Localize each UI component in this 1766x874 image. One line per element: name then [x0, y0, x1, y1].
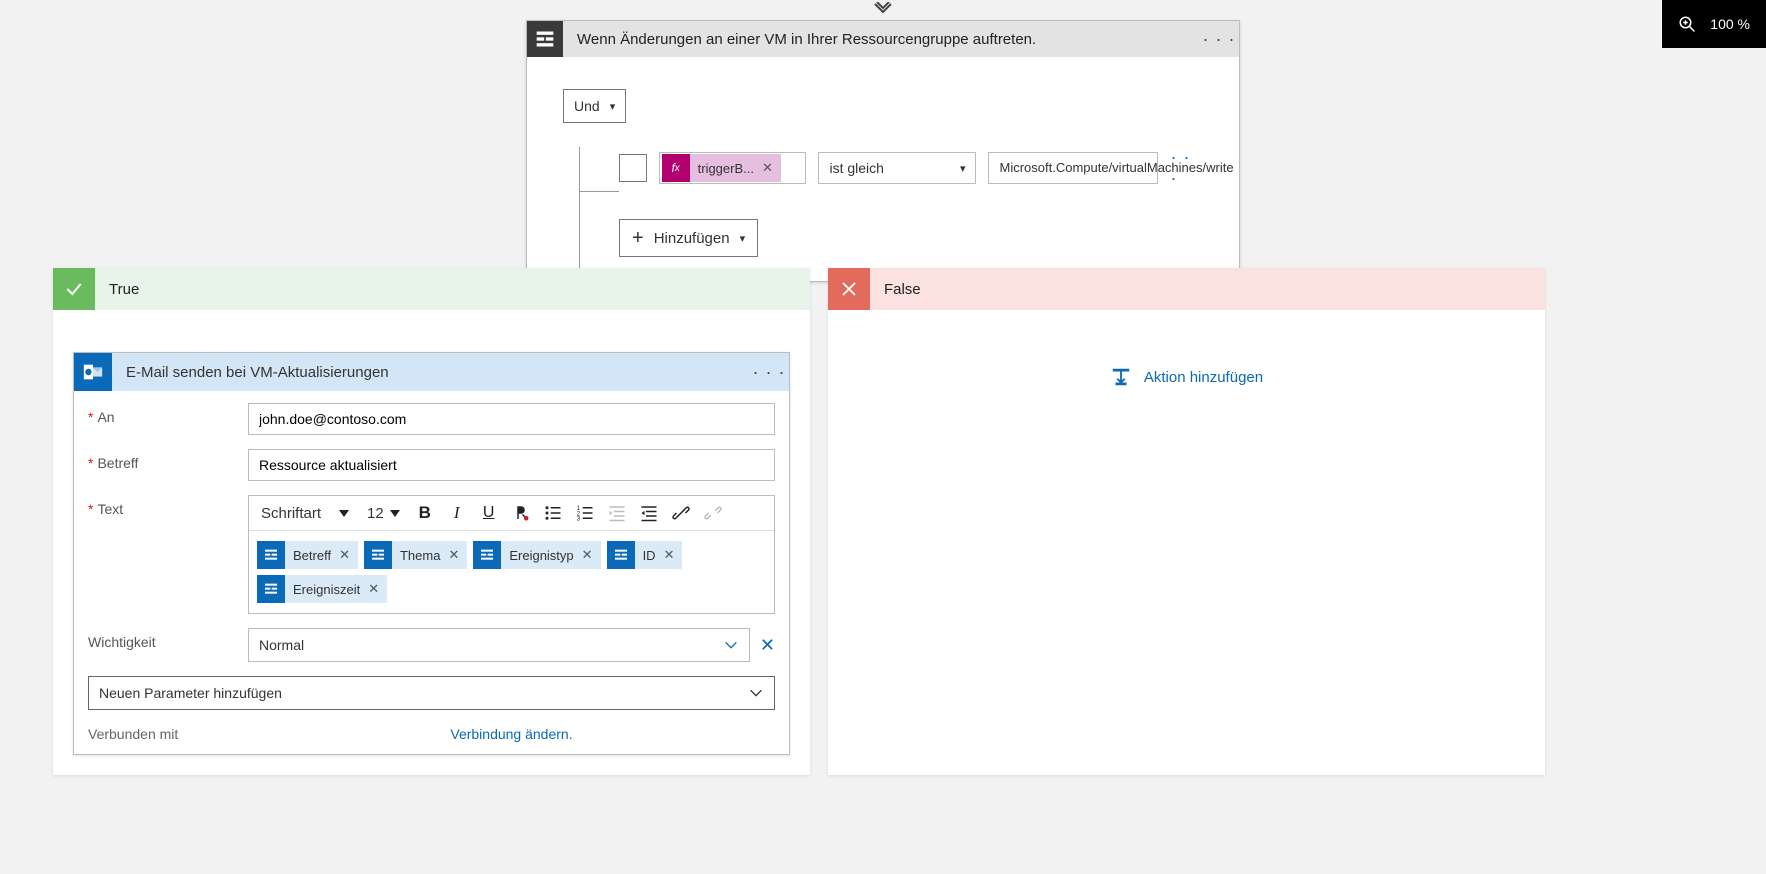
to-input[interactable] — [248, 403, 775, 435]
false-branch: False Aktion hinzufügen — [828, 268, 1545, 775]
change-connection-link[interactable]: Verbindung ändern. — [450, 726, 572, 742]
email-action-header[interactable]: E-Mail senden bei VM-Aktualisierungen · … — [74, 353, 789, 391]
operator-label: ist gleich — [829, 160, 883, 176]
indent-button[interactable] — [634, 498, 664, 528]
dynamic-token[interactable]: Ereignistyp ✕ — [473, 541, 600, 569]
caret-down-icon — [339, 510, 349, 517]
trigger-title: Wenn Änderungen an einer VM in Ihrer Res… — [563, 31, 1199, 48]
email-action-card: E-Mail senden bei VM-Aktualisierungen · … — [73, 352, 790, 755]
dynamic-token[interactable]: Thema ✕ — [364, 541, 467, 569]
add-action-icon — [1110, 366, 1132, 388]
false-branch-label: False — [870, 281, 921, 298]
condition-left-operand[interactable]: fx triggerB... ✕ — [659, 152, 807, 184]
unlink-button[interactable] — [698, 498, 728, 528]
remove-token-icon[interactable]: ✕ — [664, 547, 675, 563]
fx-token-label: triggerB... — [698, 161, 754, 176]
trigger-header[interactable]: Wenn Änderungen an einer VM in Ihrer Res… — [527, 21, 1239, 57]
to-label: *An — [88, 403, 248, 425]
condition-row: fx triggerB... ✕ ist gleich ▾ Microsoft.… — [619, 147, 1203, 189]
true-branch-label: True — [95, 281, 139, 298]
token-label: ID — [643, 548, 656, 563]
flow-arrow-down-icon — [873, 2, 893, 16]
check-icon — [53, 268, 95, 310]
importance-value: Normal — [259, 637, 304, 653]
dynamic-token[interactable]: Betreff ✕ — [257, 541, 358, 569]
add-parameter-label: Neuen Parameter hinzufügen — [99, 685, 282, 701]
token-label: Betreff — [293, 548, 331, 563]
add-condition-label: Hinzufügen — [654, 230, 730, 247]
bulleted-list-button[interactable] — [538, 498, 568, 528]
email-action-title: E-Mail senden bei VM-Aktualisierungen — [112, 364, 749, 381]
fx-icon: fx — [662, 154, 690, 182]
numbered-list-button[interactable]: 123 — [570, 498, 600, 528]
plus-icon: + — [632, 228, 644, 248]
zoom-in-icon[interactable] — [1678, 15, 1696, 33]
condition-row-menu[interactable]: · · · — [1170, 147, 1203, 189]
caret-down-icon — [390, 510, 400, 517]
font-family-select[interactable]: Schriftart — [253, 498, 357, 528]
body-editor[interactable]: Schriftart 12 B I U — [248, 495, 775, 614]
clear-importance-button[interactable]: ✕ — [760, 635, 775, 656]
fx-token[interactable]: fx triggerB... ✕ — [662, 154, 781, 182]
condition-value-input[interactable]: Microsoft.Compute/virtualMachines/write — [988, 152, 1158, 184]
underline-button[interactable]: U — [474, 498, 504, 528]
zoom-control[interactable]: 100 % — [1662, 0, 1766, 48]
close-icon — [828, 268, 870, 310]
token-label: Ereigniszeit — [293, 582, 360, 597]
condition-checkbox[interactable] — [619, 154, 647, 182]
outdent-button[interactable] — [602, 498, 632, 528]
remove-token-icon[interactable]: ✕ — [448, 547, 459, 563]
event-grid-icon — [527, 21, 563, 57]
add-action-label: Aktion hinzufügen — [1144, 369, 1263, 386]
logic-and-label: Und — [574, 98, 600, 114]
font-size-select[interactable]: 12 — [359, 498, 408, 528]
add-action-button[interactable]: Aktion hinzufügen — [828, 310, 1545, 480]
token-label: Ereignistyp — [509, 548, 573, 563]
connected-with-label: Verbunden mit — [88, 726, 248, 742]
trigger-card: Wenn Änderungen an einer VM in Ihrer Res… — [526, 20, 1240, 282]
add-condition-button[interactable]: + Hinzufügen ▾ — [619, 219, 758, 257]
svg-text:3: 3 — [576, 517, 580, 523]
chevron-down-icon: ▾ — [610, 100, 616, 113]
chevron-down-icon — [723, 637, 739, 653]
importance-select[interactable]: Normal — [248, 628, 750, 662]
remove-token-icon[interactable]: ✕ — [762, 160, 773, 176]
chevron-down-icon — [748, 685, 764, 701]
email-action-menu-button[interactable]: · · · — [749, 362, 789, 383]
italic-button[interactable]: I — [442, 498, 472, 528]
rich-toolbar: Schriftart 12 B I U — [249, 496, 774, 531]
remove-token-icon[interactable]: ✕ — [582, 547, 593, 563]
event-grid-token-icon — [607, 541, 635, 569]
zoom-level: 100 % — [1710, 16, 1750, 32]
chevron-down-icon: ▾ — [960, 162, 966, 175]
remove-token-icon[interactable]: ✕ — [339, 547, 350, 563]
token-label: Thema — [400, 548, 440, 563]
subject-input[interactable] — [248, 449, 775, 481]
add-parameter-select[interactable]: Neuen Parameter hinzufügen — [88, 676, 775, 710]
dynamic-token[interactable]: Ereigniszeit ✕ — [257, 575, 387, 603]
event-grid-token-icon — [364, 541, 392, 569]
true-branch: True E-Mail senden bei VM-Aktualisierung… — [53, 268, 810, 775]
subject-label: *Betreff — [88, 449, 248, 471]
link-button[interactable] — [666, 498, 696, 528]
dynamic-token[interactable]: ID ✕ — [607, 541, 683, 569]
remove-token-icon[interactable]: ✕ — [368, 581, 379, 597]
condition-operator-dropdown[interactable]: ist gleich ▾ — [818, 152, 976, 184]
event-grid-token-icon — [257, 575, 285, 603]
logic-and-dropdown[interactable]: Und ▾ — [563, 89, 626, 123]
bold-button[interactable]: B — [410, 498, 440, 528]
event-grid-token-icon — [473, 541, 501, 569]
body-tokens-area[interactable]: Betreff✕Thema✕Ereignistyp✕ID✕Ereigniszei… — [249, 531, 774, 613]
font-color-button[interactable] — [506, 498, 536, 528]
outlook-icon — [74, 353, 112, 391]
true-branch-header[interactable]: True — [53, 268, 810, 310]
body-label: *Text — [88, 495, 248, 517]
false-branch-header[interactable]: False — [828, 268, 1545, 310]
chevron-down-icon: ▾ — [740, 232, 746, 245]
event-grid-token-icon — [257, 541, 285, 569]
trigger-menu-button[interactable]: · · · — [1199, 29, 1239, 50]
importance-label: Wichtigkeit — [88, 628, 248, 650]
